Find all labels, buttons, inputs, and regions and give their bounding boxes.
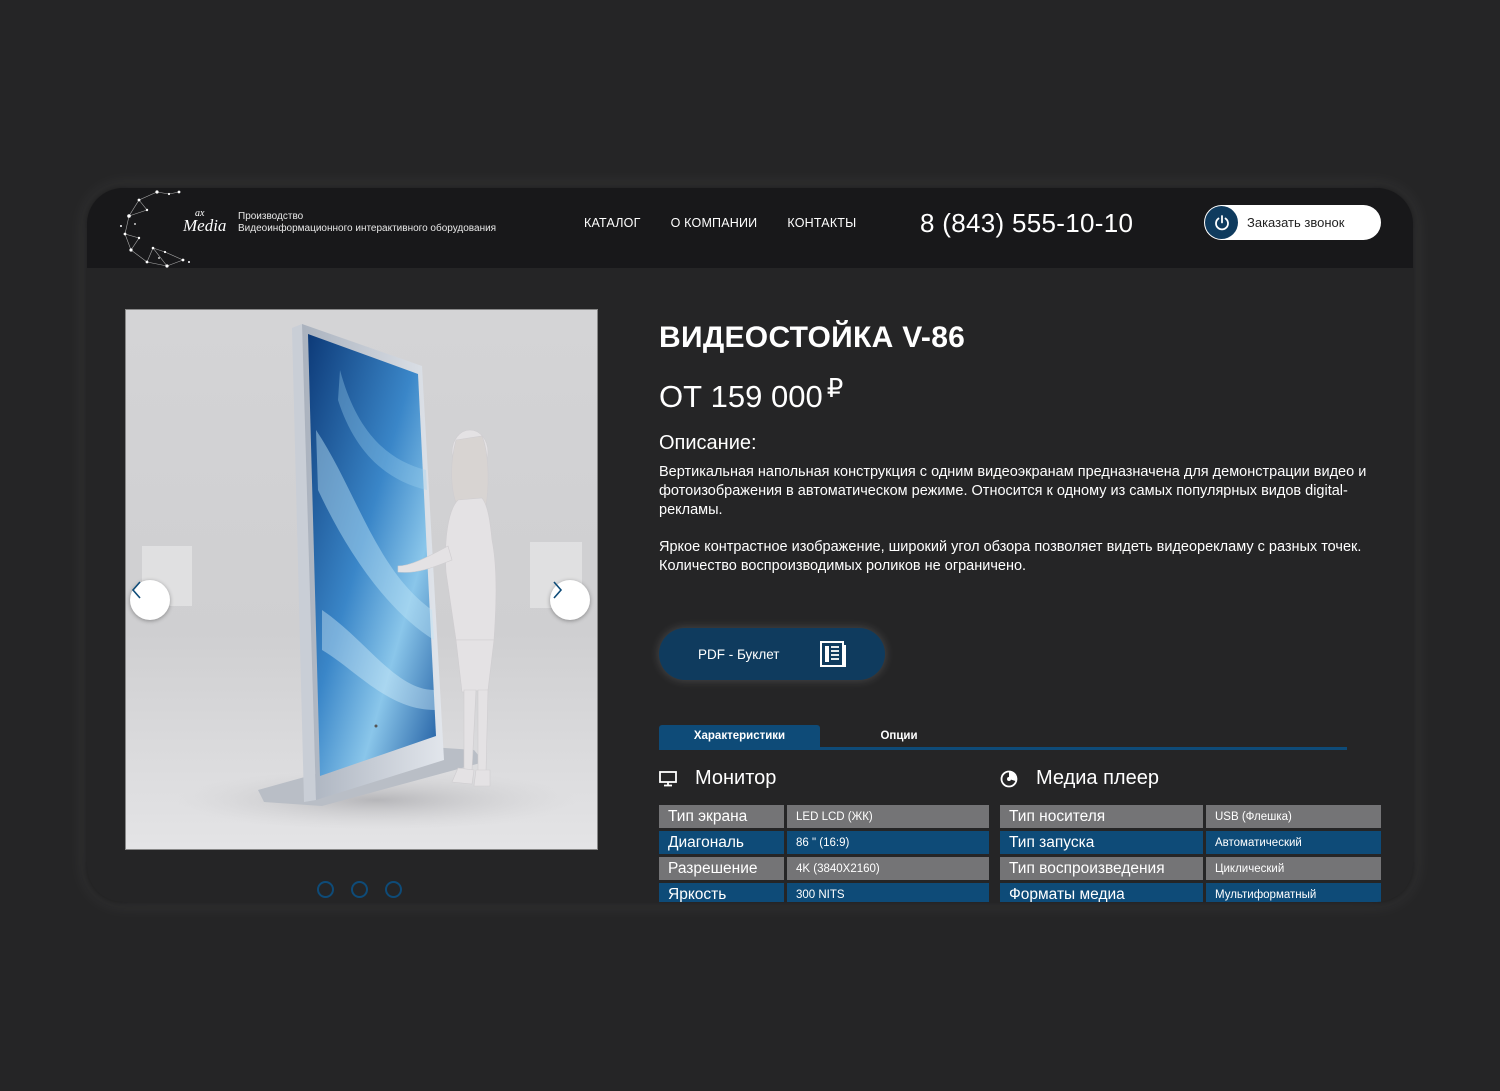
table-row: Форматы медиа Мультиформатный	[1000, 883, 1381, 902]
table-row: Диагональ 86 " (16:9)	[659, 831, 989, 854]
description-paragraph-2: Яркое контрастное изображение, широкий у…	[659, 539, 1362, 574]
product-photo	[176, 324, 576, 830]
spec-key: Форматы медиа	[1000, 883, 1203, 902]
media-player-heading: Медиа плеер	[1000, 767, 1159, 790]
monitor-heading-text: Монитор	[695, 767, 777, 789]
logo[interactable]: ax Media	[117, 188, 226, 268]
callback-button[interactable]: Заказать звонок	[1204, 205, 1381, 240]
product-image-slider	[125, 309, 598, 850]
page-frame: ax Media Производство Видеоинформационно…	[87, 188, 1413, 902]
spec-key: Яркость	[659, 883, 784, 902]
spec-key: Тип носителя	[1000, 805, 1203, 828]
tagline: Производство Видеоинформационного интера…	[238, 211, 496, 235]
monitor-spec-table: Тип экрана LED LCD (ЖК) Диагональ 86 " (16…	[659, 802, 989, 902]
nav-catalog[interactable]: КАТАЛОГ	[584, 216, 641, 230]
product-title: ВИДЕОСТОЙКА V-86	[659, 321, 966, 354]
nav-about[interactable]: О КОМПАНИИ	[671, 216, 758, 230]
pdf-booklet-label: PDF - Буклет	[698, 646, 780, 662]
table-row: Тип воспроизведения Циклический	[1000, 857, 1381, 880]
slider-dot-3[interactable]	[385, 881, 402, 898]
table-row: Тип носителя USB (Флешка)	[1000, 805, 1381, 828]
media-player-spec-table: Тип носителя USB (Флешка) Тип запуска Авто…	[1000, 802, 1381, 902]
monitor-icon	[659, 770, 677, 787]
power-icon	[1205, 206, 1238, 239]
table-row: Тип запуска Автоматический	[1000, 831, 1381, 854]
chevron-right-icon	[553, 581, 563, 599]
currency-symbol: ₽	[826, 373, 844, 403]
spec-value: USB (Флешка)	[1203, 805, 1381, 828]
main-nav: КАТАЛОГ О КОМПАНИИ КОНТАКТЫ	[584, 216, 856, 230]
nav-contacts[interactable]: КОНТАКТЫ	[787, 216, 856, 230]
spec-key: Тип воспроизведения	[1000, 857, 1203, 880]
price-value: ОТ 159 000	[659, 379, 823, 414]
spec-tabs: Характеристики Опции	[659, 725, 1347, 750]
pdf-booklet-button[interactable]: PDF - Буклет	[659, 628, 885, 680]
spec-key: Тип экрана	[659, 805, 784, 828]
table-row: Яркость 300 NITS	[659, 883, 989, 902]
spec-value: 300 NITS	[784, 883, 989, 902]
spec-value: Мультиформатный	[1203, 883, 1381, 902]
slider-dot-2[interactable]	[351, 881, 368, 898]
site-header: ax Media Производство Видеоинформационно…	[87, 188, 1413, 268]
description: Вертикальная напольная конструкция с одн…	[659, 463, 1379, 576]
monitor-heading: Монитор	[659, 767, 776, 790]
phone-number[interactable]: 8 (843) 555-10-10	[920, 208, 1133, 239]
tagline-line-2: Видеоинформационного интерактивного обор…	[238, 223, 497, 234]
product-price: ОТ 159 000 ₽	[659, 373, 843, 415]
table-row: Разрешение 4K (3840X2160)	[659, 857, 989, 880]
chevron-left-icon	[131, 581, 141, 599]
slider-dots	[317, 881, 402, 898]
table-row: Тип экрана LED LCD (ЖК)	[659, 805, 989, 828]
spec-key: Разрешение	[659, 857, 784, 880]
spec-value: Автоматический	[1203, 831, 1381, 854]
spec-key: Диагональ	[659, 831, 784, 854]
tab-options[interactable]: Опции	[820, 725, 978, 747]
tab-specs[interactable]: Характеристики	[659, 725, 820, 747]
spec-value: LED LCD (ЖК)	[784, 805, 989, 828]
spec-value: Циклический	[1203, 857, 1381, 880]
media-player-heading-text: Медиа плеер	[1036, 767, 1159, 789]
spec-value: 4K (3840X2160)	[784, 857, 989, 880]
description-paragraph-1: Вертикальная напольная конструкция с одн…	[659, 464, 1367, 518]
logo-text: Media	[183, 216, 227, 235]
slider-next-button[interactable]	[550, 580, 590, 620]
callback-label: Заказать звонок	[1247, 215, 1345, 230]
slider-prev-button[interactable]	[130, 580, 170, 620]
media-player-icon	[1000, 770, 1018, 788]
tagline-line-1: Производство	[238, 211, 304, 222]
spec-key: Тип запуска	[1000, 831, 1203, 854]
slider-dot-1[interactable]	[317, 881, 334, 898]
spec-value: 86 " (16:9)	[784, 831, 989, 854]
document-icon	[820, 641, 846, 667]
description-heading: Описание:	[659, 432, 757, 454]
